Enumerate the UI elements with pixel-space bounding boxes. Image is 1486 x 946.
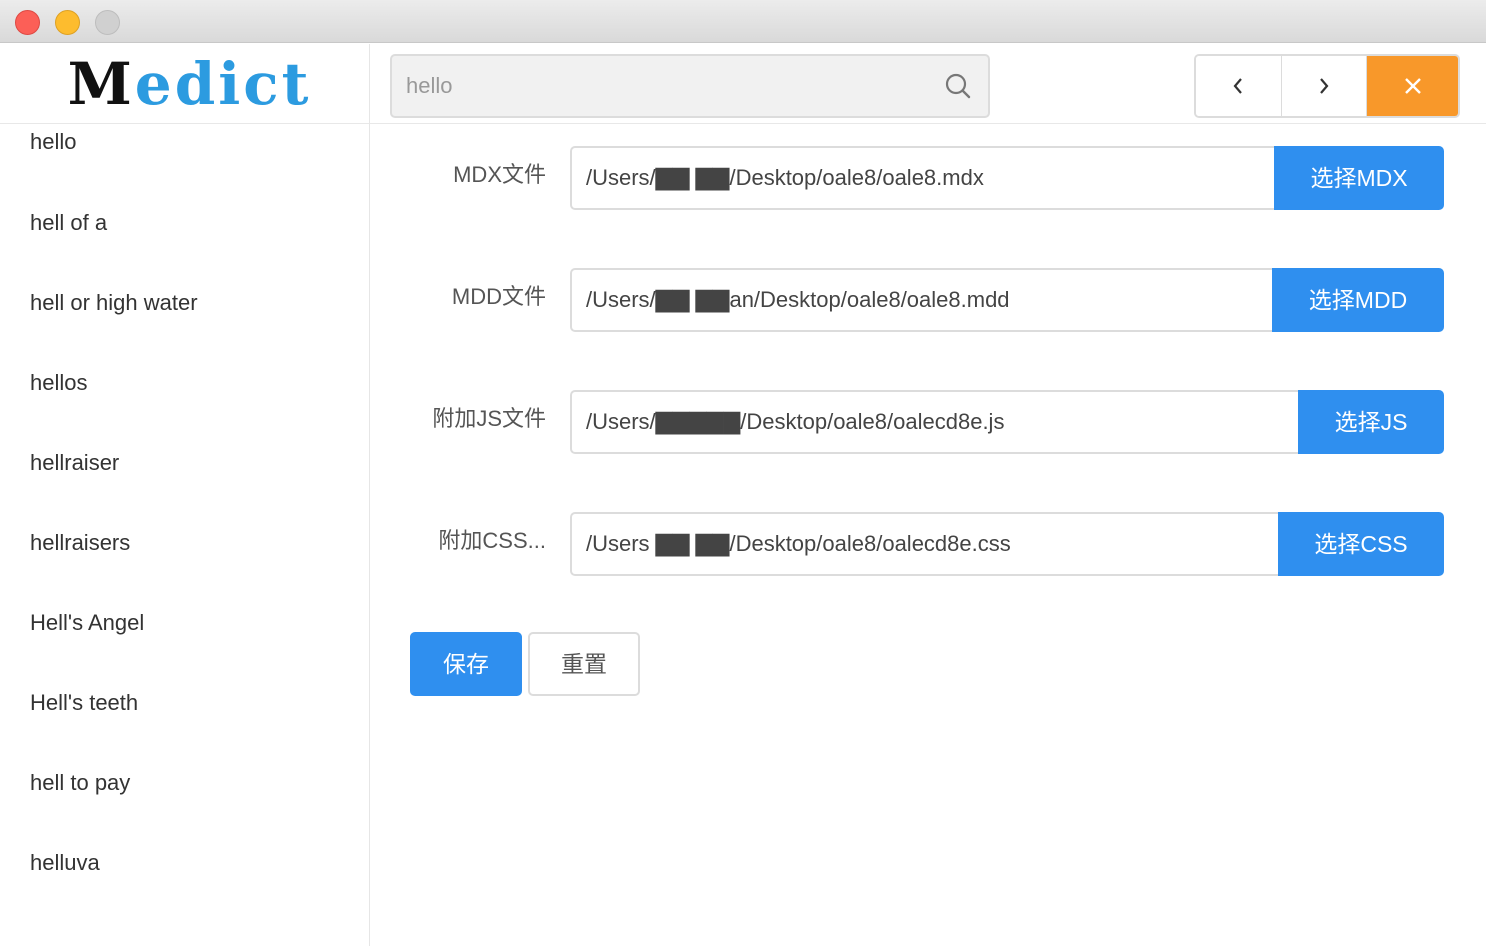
choose-mdd-button[interactable]: 选择MDD: [1272, 268, 1444, 332]
window-close-button[interactable]: [15, 10, 40, 35]
css-path-text: /Users ▇▇ ▇▇/Desktop/oale8/oalecd8e.css: [586, 531, 1011, 556]
word-list-item[interactable]: helluva: [0, 844, 369, 924]
sidebar: Medict hello hell of a hell or high wate…: [0, 44, 370, 946]
js-path-text: /Users/▇▇▇▇▇/Desktop/oale8/oalecd8e.js: [586, 409, 1005, 434]
word-list: hello hell of a hell or high water hello…: [0, 124, 369, 924]
word-list-item[interactable]: hellraiser: [0, 444, 369, 524]
top-bar: [370, 44, 1486, 124]
logo-rest: edict: [134, 49, 312, 118]
app-logo: Medict: [0, 44, 369, 124]
logo-first-letter: M: [67, 49, 135, 118]
mdx-label: MDX文件: [453, 162, 546, 187]
save-button[interactable]: 保存: [410, 632, 522, 696]
word-list-item[interactable]: hellos: [0, 364, 369, 444]
choose-js-button[interactable]: 选择JS: [1298, 390, 1444, 454]
mdx-path-text: /Users/▇▇ ▇▇/Desktop/oale8/oale8.mdx: [586, 165, 984, 190]
search-input[interactable]: [406, 56, 926, 116]
mdx-path-field[interactable]: /Users/▇▇ ▇▇/Desktop/oale8/oale8.mdx: [570, 146, 1274, 210]
mdd-row: MDD文件 /Users/▇▇ ▇▇an/Desktop/oale8/oale8…: [370, 268, 1486, 332]
word-list-item[interactable]: hello: [0, 124, 369, 204]
mdd-label: MDD文件: [451, 284, 546, 309]
mdd-path-text: /Users/▇▇ ▇▇an/Desktop/oale8/oale8.mdd: [586, 287, 1010, 312]
back-button[interactable]: [1196, 56, 1282, 116]
window-minimize-button[interactable]: [55, 10, 80, 35]
word-list-item[interactable]: Hell's teeth: [0, 684, 369, 764]
js-row: 附加JS文件 /Users/▇▇▇▇▇/Desktop/oale8/oalecd…: [370, 390, 1486, 454]
word-list-item[interactable]: hell of a: [0, 204, 369, 284]
word-list-item[interactable]: hell to pay: [0, 764, 369, 844]
reset-button[interactable]: 重置: [528, 632, 640, 696]
navigation-button-group: [1194, 54, 1460, 118]
choose-mdx-button[interactable]: 选择MDX: [1274, 146, 1444, 210]
close-icon: [1404, 78, 1421, 94]
word-list-item[interactable]: hell or high water: [0, 284, 369, 364]
css-label: 附加CSS...: [438, 528, 546, 553]
css-path-field[interactable]: /Users ▇▇ ▇▇/Desktop/oale8/oalecd8e.css: [570, 512, 1278, 576]
forward-button[interactable]: [1281, 56, 1368, 116]
word-list-item[interactable]: hellraisers: [0, 524, 369, 604]
chevron-right-icon: [1320, 78, 1329, 94]
js-path-field[interactable]: /Users/▇▇▇▇▇/Desktop/oale8/oalecd8e.js: [570, 390, 1298, 454]
choose-css-button[interactable]: 选择CSS: [1278, 512, 1444, 576]
search-icon[interactable]: [944, 72, 972, 100]
css-row: 附加CSS... /Users ▇▇ ▇▇/Desktop/oale8/oale…: [370, 512, 1486, 576]
settings-form: MDX文件 /Users/▇▇ ▇▇/Desktop/oale8/oale8.m…: [370, 124, 1486, 946]
mdx-row: MDX文件 /Users/▇▇ ▇▇/Desktop/oale8/oale8.m…: [370, 146, 1486, 210]
js-label: 附加JS文件: [432, 406, 546, 431]
close-button[interactable]: [1367, 56, 1458, 116]
word-list-item[interactable]: Hell's Angel: [0, 604, 369, 684]
chevron-left-icon: [1233, 78, 1243, 94]
window-maximize-button[interactable]: [95, 10, 120, 35]
search-box: [390, 54, 990, 118]
mdd-path-field[interactable]: /Users/▇▇ ▇▇an/Desktop/oale8/oale8.mdd: [570, 268, 1272, 332]
window-titlebar: [0, 0, 1486, 43]
